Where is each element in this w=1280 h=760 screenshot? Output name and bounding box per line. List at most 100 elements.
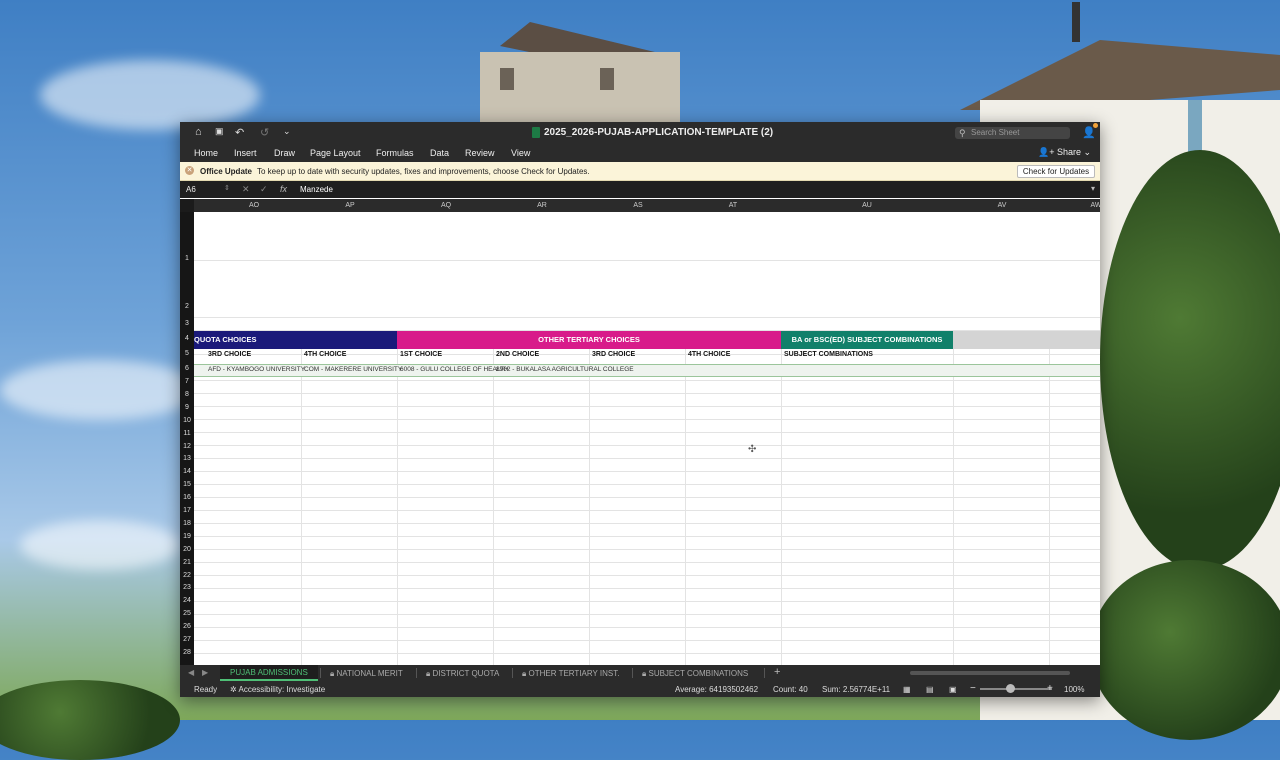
accessibility-status[interactable]: ✲ Accessibility: Investigate bbox=[230, 685, 325, 694]
close-icon[interactable]: ✕ bbox=[185, 166, 194, 175]
row-header[interactable]: 5 bbox=[180, 350, 194, 357]
row-header[interactable]: 27 bbox=[180, 636, 194, 643]
redo-icon[interactable]: ↺ bbox=[260, 126, 269, 139]
data-cell[interactable]: 8902 - BUKALASA AGRICULTURAL COLLEGE bbox=[496, 366, 634, 373]
zoom-level[interactable]: 100% bbox=[1064, 685, 1084, 694]
tab-formulas[interactable]: Formulas bbox=[376, 148, 414, 158]
sheet-tab-other-tertiary[interactable]: 🔒︎ OTHER TERTIARY INST. bbox=[522, 669, 619, 679]
row-header[interactable]: 6 bbox=[180, 365, 194, 372]
tab-draw[interactable]: Draw bbox=[274, 148, 295, 158]
column-header[interactable]: AP bbox=[340, 202, 360, 209]
subheader-cell[interactable]: 3RD CHOICE bbox=[592, 351, 635, 358]
title-bar: ⌂ ▣ ↶ ↺ ⌄ 2025_2026-PUJAB-APPLICATION-TE… bbox=[180, 122, 1100, 144]
column-header[interactable]: AW bbox=[1086, 202, 1100, 209]
tab-home[interactable]: Home bbox=[194, 148, 218, 158]
subheader-cell[interactable]: 4TH CHOICE bbox=[688, 351, 730, 358]
other-tertiary-choices-band[interactable]: OTHER TERTIARY CHOICES bbox=[397, 331, 781, 349]
row-header[interactable]: 28 bbox=[180, 649, 194, 656]
function-icon[interactable]: fx bbox=[280, 184, 287, 194]
row-header[interactable]: 3 bbox=[180, 320, 194, 327]
quota-choices-band[interactable]: QUOTA CHOICES bbox=[194, 331, 397, 349]
column-header[interactable]: AS bbox=[628, 202, 648, 209]
page-break-view-icon[interactable]: ▣ bbox=[949, 685, 957, 694]
subheader-cell[interactable]: 2ND CHOICE bbox=[496, 351, 539, 358]
sheet-tab-district-quota[interactable]: 🔒︎ DISTRICT QUOTA bbox=[426, 669, 499, 679]
zoom-slider-thumb[interactable] bbox=[1006, 684, 1015, 693]
row-header[interactable]: 8 bbox=[180, 391, 194, 398]
next-sheet-icon[interactable]: ▶ bbox=[202, 668, 208, 677]
subheader-cell[interactable]: 3RD CHOICE bbox=[208, 351, 251, 358]
zoom-in-icon[interactable]: + bbox=[1047, 683, 1053, 694]
row-header[interactable]: 11 bbox=[180, 430, 194, 437]
add-sheet-icon[interactable]: + bbox=[774, 666, 780, 678]
home-icon[interactable]: ⌂ bbox=[195, 126, 202, 138]
column-header[interactable]: AR bbox=[532, 202, 552, 209]
row-header[interactable]: 20 bbox=[180, 546, 194, 553]
save-icon[interactable]: ▣ bbox=[215, 126, 224, 137]
row-header[interactable]: 23 bbox=[180, 584, 194, 591]
zoom-out-icon[interactable]: − bbox=[970, 683, 976, 694]
horizontal-scrollbar[interactable] bbox=[910, 671, 1070, 675]
row-header[interactable]: 25 bbox=[180, 610, 194, 617]
cell-grid[interactable]: QUOTA CHOICES OTHER TERTIARY CHOICES BA … bbox=[194, 212, 1100, 665]
profile-icon[interactable]: 👤 bbox=[1082, 126, 1096, 139]
data-cell[interactable]: 6008 - GULU COLLEGE OF HEALTH bbox=[400, 366, 509, 373]
row-header[interactable]: 26 bbox=[180, 623, 194, 630]
column-header[interactable]: AU bbox=[857, 202, 877, 209]
sheet-tabs-bar: ◀ ▶ PUJAB ADMISSIONS 🔒︎ NATIONAL MERIT 🔒… bbox=[180, 665, 1100, 681]
row-header[interactable]: 19 bbox=[180, 533, 194, 540]
sheet-tab-pujab-admissions[interactable]: PUJAB ADMISSIONS bbox=[220, 665, 318, 681]
row-header[interactable]: 17 bbox=[180, 507, 194, 514]
row-header[interactable]: 7 bbox=[180, 378, 194, 385]
data-cell[interactable]: AFD - KYAMBOGO UNIVERSITY bbox=[208, 366, 305, 373]
tab-view[interactable]: View bbox=[511, 148, 530, 158]
name-box-stepper-icon[interactable]: ⇕ bbox=[224, 184, 230, 192]
column-header[interactable]: AV bbox=[992, 202, 1012, 209]
data-cell[interactable]: COM - MAKERERE UNIVERSITY bbox=[304, 366, 402, 373]
column-header[interactable]: AO bbox=[244, 202, 264, 209]
expand-formula-icon[interactable]: ▾ bbox=[1091, 184, 1095, 193]
tab-insert[interactable]: Insert bbox=[234, 148, 257, 158]
customize-toolbar-icon[interactable]: ⌄ bbox=[283, 126, 291, 137]
row-header[interactable]: 1 bbox=[180, 255, 194, 262]
row-header[interactable]: 14 bbox=[180, 468, 194, 475]
sheet-tab-subject-combinations[interactable]: 🔒︎ SUBJECT COMBINATIONS bbox=[642, 669, 748, 679]
row-header[interactable]: 13 bbox=[180, 455, 194, 462]
row-header[interactable]: 10 bbox=[180, 417, 194, 424]
tab-review[interactable]: Review bbox=[465, 148, 495, 158]
select-all-corner[interactable] bbox=[180, 199, 194, 212]
row-header[interactable]: 15 bbox=[180, 481, 194, 488]
undo-icon[interactable]: ↶ bbox=[235, 126, 244, 139]
column-header[interactable]: AT bbox=[723, 202, 743, 209]
page-layout-view-icon[interactable]: ▤ bbox=[926, 685, 934, 694]
row-header[interactable]: 9 bbox=[180, 404, 194, 411]
row-header[interactable]: 24 bbox=[180, 597, 194, 604]
subheader-cell[interactable]: 4TH CHOICE bbox=[304, 351, 346, 358]
share-button[interactable]: 👤+ Share ⌄ bbox=[1038, 147, 1091, 158]
row-header[interactable]: 4 bbox=[180, 335, 194, 342]
check-for-updates-button[interactable]: Check for Updates bbox=[1017, 165, 1095, 178]
ba-bsc-subject-combinations-band[interactable]: BA or BSC(ED) SUBJECT COMBINATIONS bbox=[781, 331, 953, 349]
row-header[interactable]: 18 bbox=[180, 520, 194, 527]
formula-input[interactable]: Manzede bbox=[300, 185, 333, 194]
subheader-cell[interactable]: SUBJECT COMBINATIONS bbox=[784, 351, 873, 358]
row-header[interactable]: 2 bbox=[180, 303, 194, 310]
search-sheet-input[interactable]: ⚲ Search Sheet bbox=[955, 127, 1070, 139]
row-divider bbox=[194, 260, 1100, 261]
row-header[interactable]: 21 bbox=[180, 559, 194, 566]
column-header[interactable]: AQ bbox=[436, 202, 456, 209]
tab-page-layout[interactable]: Page Layout bbox=[310, 148, 361, 158]
confirm-icon[interactable]: ✓ bbox=[260, 184, 268, 195]
normal-view-icon[interactable]: ▦ bbox=[903, 685, 911, 694]
sheet-tab-national-merit[interactable]: 🔒︎ NATIONAL MERIT bbox=[330, 669, 403, 679]
name-box[interactable]: A6 bbox=[186, 185, 196, 194]
row-header[interactable]: 12 bbox=[180, 443, 194, 450]
tab-data[interactable]: Data bbox=[430, 148, 449, 158]
cancel-icon[interactable]: ✕ bbox=[242, 184, 250, 195]
prev-sheet-icon[interactable]: ◀ bbox=[188, 668, 194, 677]
zoom-slider[interactable] bbox=[980, 688, 1052, 690]
subheader-cell[interactable]: 1ST CHOICE bbox=[400, 351, 442, 358]
cloud bbox=[40, 60, 260, 130]
row-header[interactable]: 22 bbox=[180, 572, 194, 579]
row-header[interactable]: 16 bbox=[180, 494, 194, 501]
